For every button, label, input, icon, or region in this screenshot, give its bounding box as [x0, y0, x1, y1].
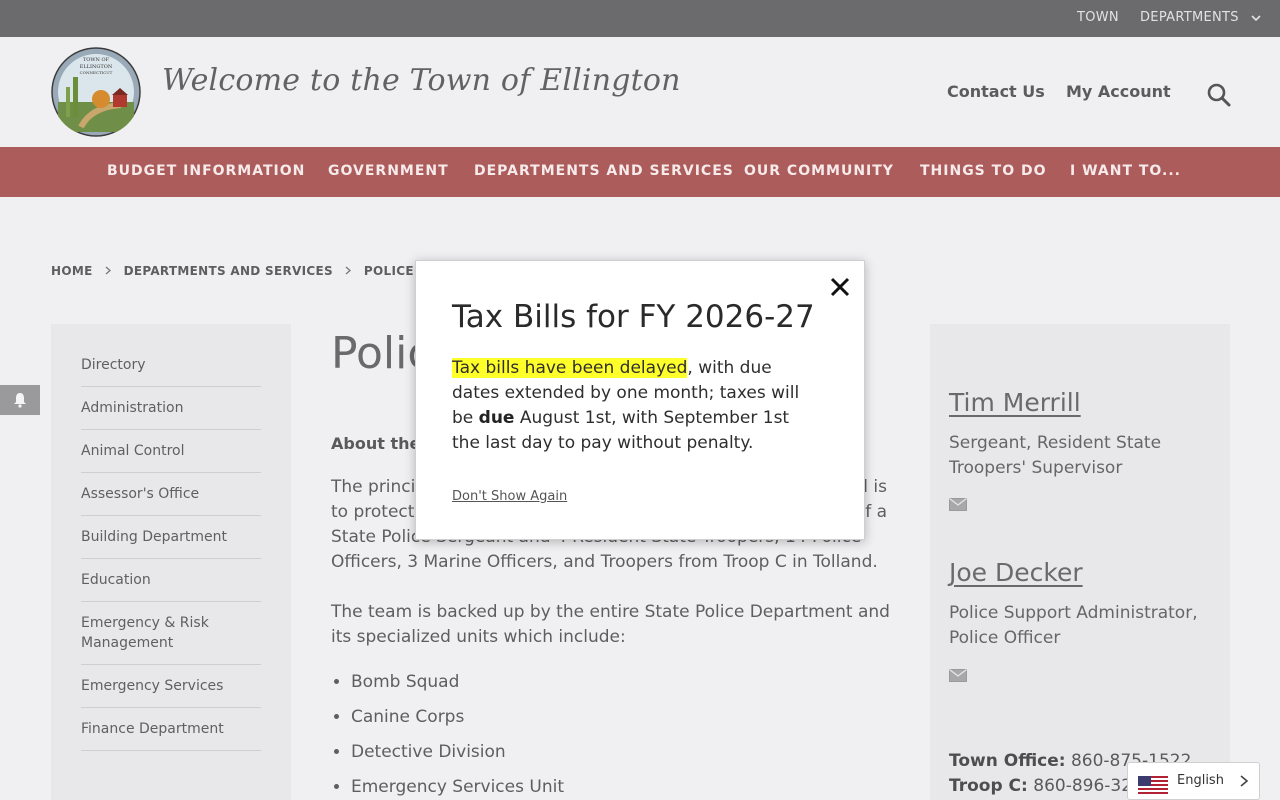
intro-line-2-start: to protect — [331, 502, 415, 522]
sidebar-item-emergency-risk-management[interactable]: Emergency & Risk Management — [81, 602, 261, 665]
nav-government[interactable]: GOVERNMENT — [328, 163, 449, 179]
mail-icon[interactable] — [949, 498, 967, 511]
town-office-label: Town Office: — [949, 751, 1066, 771]
list-item: Emergency Services Unit — [351, 775, 564, 800]
topbar-departments-label: DEPARTMENTS — [1140, 10, 1239, 25]
nav-things-to-do[interactable]: THINGS TO DO — [920, 163, 1047, 179]
contact-us-link[interactable]: Contact Us — [947, 82, 1045, 101]
bell-icon — [14, 393, 26, 408]
nav-budget-information[interactable]: BUDGET INFORMATION — [107, 163, 305, 179]
intro-line-1-end: l is — [863, 477, 887, 497]
sidebar-item-directory[interactable]: Directory — [81, 344, 261, 387]
intro-line-1-start: The princi — [331, 477, 416, 497]
chevron-right-icon — [345, 266, 352, 275]
breadcrumb-current: POLICE — [363, 264, 414, 278]
troop-c-phone: Troop C: 860-896-3200 — [949, 776, 1154, 796]
contact-name-joe-decker[interactable]: Joe Decker — [949, 558, 1083, 587]
close-icon[interactable] — [827, 274, 853, 300]
sidebar-item-animal-control[interactable]: Animal Control — [81, 430, 261, 473]
list-item: Detective Division — [351, 740, 564, 775]
tax-bills-modal: Tax Bills for FY 2026-27 Tax bills have … — [415, 260, 865, 540]
dont-show-again-link[interactable]: Don't Show Again — [452, 489, 567, 504]
sidebar-list: Directory Administration Animal Control … — [81, 344, 261, 751]
chevron-right-icon — [105, 266, 112, 275]
sidebar-navigation: Directory Administration Animal Control … — [51, 324, 291, 800]
contact-role: Police Support Administrator, Police Off… — [949, 603, 1198, 648]
modal-title: Tax Bills for FY 2026-27 — [452, 299, 815, 335]
sidebar-item-education[interactable]: Education — [81, 559, 261, 602]
modal-bold-text: due — [478, 408, 515, 428]
language-selector[interactable]: English — [1127, 762, 1260, 800]
mail-icon[interactable] — [949, 669, 967, 682]
my-account-link[interactable]: My Account — [1066, 82, 1171, 101]
topbar-departments-link[interactable]: DEPARTMENTS — [1140, 10, 1261, 25]
site-header: TOWN OF ELLINGTON CONNECTICUT Welcome to… — [0, 37, 1280, 147]
contact-role: Sergeant, Resident State Troopers' Super… — [949, 433, 1162, 478]
sidebar-item-finance-department[interactable]: Finance Department — [81, 708, 261, 751]
highlighted-text: Tax bills have been delayed — [452, 358, 688, 378]
nav-departments-and-services[interactable]: DEPARTMENTS AND SERVICES — [474, 163, 734, 179]
specialized-units-list: Bomb Squad Canine Corps Detective Divisi… — [351, 670, 564, 800]
breadcrumb-departments[interactable]: DEPARTMENTS AND SERVICES — [124, 264, 333, 278]
about-heading: About the — [331, 434, 421, 453]
chevron-right-icon — [1240, 775, 1249, 787]
breadcrumb: HOME DEPARTMENTS AND SERVICES POLICE — [51, 264, 414, 278]
nav-our-community[interactable]: OUR COMMUNITY — [744, 163, 894, 179]
breadcrumb-home[interactable]: HOME — [51, 264, 93, 278]
sidebar-item-building-department[interactable]: Building Department — [81, 516, 261, 559]
language-label: English — [1177, 773, 1224, 788]
main-navigation: BUDGET INFORMATION GOVERNMENT DEPARTMENT… — [0, 147, 1280, 197]
sidebar-item-assessors-office[interactable]: Assessor's Office — [81, 473, 261, 516]
site-title: Welcome to the Town of Ellington — [162, 63, 681, 98]
team-paragraph: The team is backed up by the entire Stat… — [331, 602, 890, 647]
intro-line-2-end: f a — [865, 502, 887, 522]
modal-message: Tax bills have been delayed, with due da… — [452, 356, 822, 456]
nav-i-want-to[interactable]: I WANT TO... — [1070, 163, 1181, 179]
sidebar-item-emergency-services[interactable]: Emergency Services — [81, 665, 261, 708]
town-seal-logo[interactable]: TOWN OF ELLINGTON CONNECTICUT — [51, 47, 141, 137]
search-icon[interactable] — [1206, 82, 1232, 108]
contacts-panel: Tim Merrill Sergeant, Resident State Tro… — [930, 324, 1230, 800]
top-utility-bar: TOWN DEPARTMENTS — [0, 0, 1280, 37]
intro-line-4: Officers, 3 Marine Officers, and Trooper… — [331, 552, 878, 572]
contact-name-tim-merrill[interactable]: Tim Merrill — [949, 388, 1081, 417]
us-flag-icon — [1138, 776, 1168, 794]
list-item: Bomb Squad — [351, 670, 564, 705]
troop-c-label: Troop C: — [949, 776, 1028, 796]
sidebar-item-administration[interactable]: Administration — [81, 387, 261, 430]
svg-text:TOWN OF: TOWN OF — [83, 57, 110, 63]
topbar-town-link[interactable]: TOWN — [1077, 10, 1119, 25]
list-item: Canine Corps — [351, 705, 564, 740]
svg-text:CONNECTICUT: CONNECTICUT — [80, 70, 113, 75]
alerts-tab[interactable] — [0, 385, 40, 415]
chevron-down-icon — [1251, 14, 1261, 21]
